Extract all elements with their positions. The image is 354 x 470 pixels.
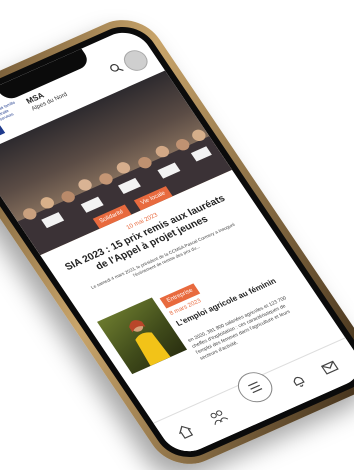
- notifications-icon[interactable]: [287, 371, 311, 391]
- article-description: en 2020, 381 800 salariées agricoles et …: [186, 295, 292, 362]
- menu-button[interactable]: [231, 367, 279, 408]
- home-icon[interactable]: [173, 422, 197, 442]
- scene: m sa santé famille retraite services MSA…: [0, 0, 354, 470]
- menu-icon: [247, 381, 263, 394]
- people-icon[interactable]: [206, 407, 230, 427]
- logo-tagline: santé famille retraite services: [0, 99, 16, 122]
- phone-device: m sa santé famille retraite services MSA…: [0, 8, 354, 470]
- search-icon[interactable]: [107, 61, 125, 76]
- phone-screen: m sa santé famille retraite services MSA…: [0, 25, 354, 459]
- mail-icon[interactable]: [318, 357, 342, 377]
- phone-bezel: m sa santé famille retraite services MSA…: [0, 17, 354, 467]
- person-illustration: [129, 320, 171, 366]
